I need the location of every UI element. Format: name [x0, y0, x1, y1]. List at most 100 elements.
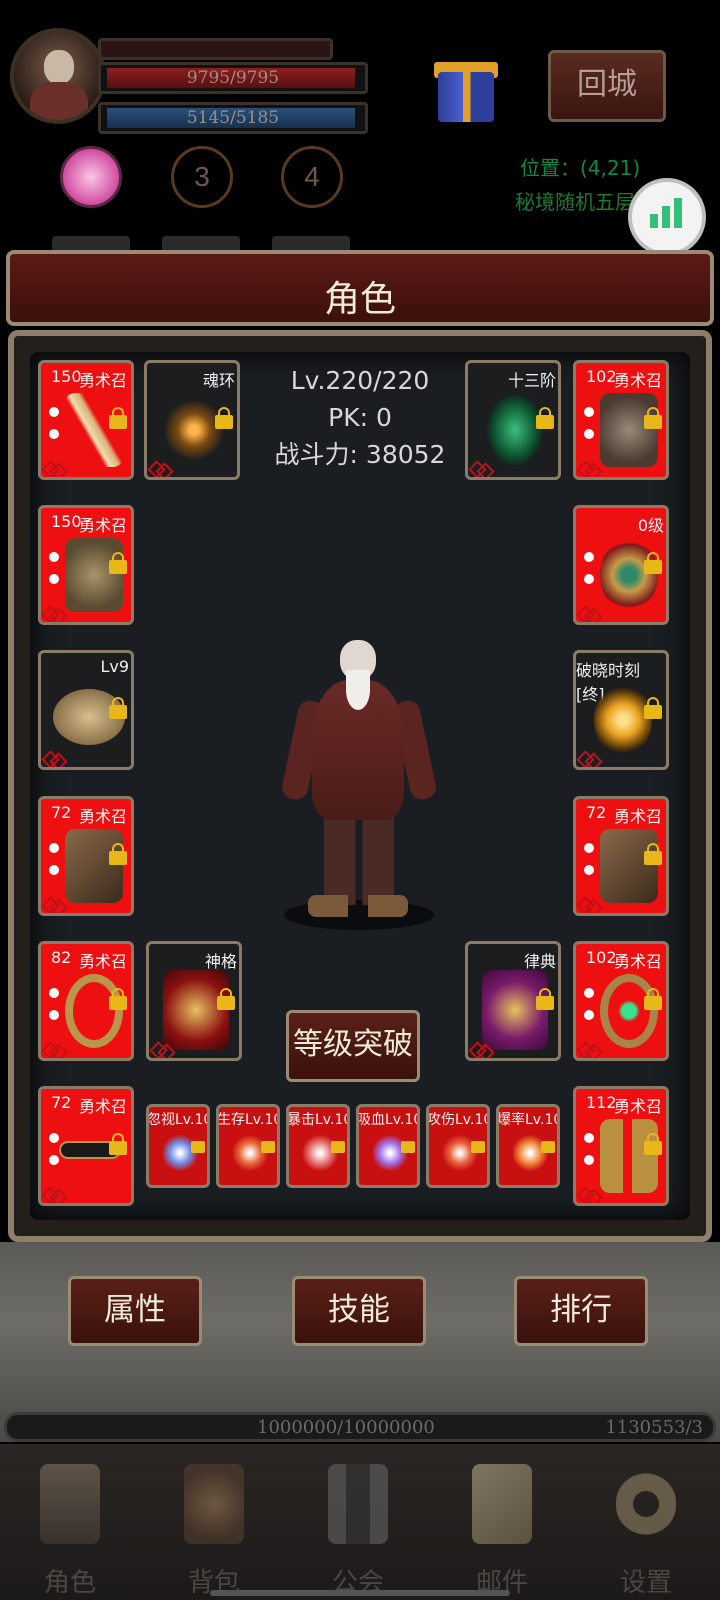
lock-icon — [536, 988, 554, 1010]
chain-icon — [43, 608, 63, 620]
left-ring-slot[interactable]: 82 勇术召 — [38, 941, 134, 1061]
slot-level: 82 — [51, 948, 72, 967]
gem-slot[interactable]: 吸血Lv.10 — [356, 1104, 420, 1188]
slot-class: 勇术召 — [78, 807, 127, 826]
belt-slot[interactable]: 72 勇术召 — [38, 1086, 134, 1206]
experience-bar: 1000000/10000000 1130553/3 — [4, 1412, 716, 1442]
ring-icon — [65, 974, 123, 1048]
slot-class: 勇术召 — [613, 807, 662, 826]
avatar-body — [30, 82, 88, 120]
level-text: Lv.220/220 — [290, 366, 430, 395]
slot-tag: 律典 — [523, 952, 556, 971]
bag-icon — [184, 1464, 244, 1544]
skills-button[interactable]: 技能 — [292, 1276, 426, 1346]
chain-icon — [578, 463, 598, 475]
left-glove-slot[interactable]: 72 勇术召 — [38, 796, 134, 916]
character-feet — [308, 895, 408, 917]
location-text: 位置：(4,21) — [520, 156, 641, 180]
status-text: 秘境随机五层 — [515, 190, 635, 214]
slot-level: 102 — [586, 948, 617, 967]
slot-tag: 神格 — [204, 952, 237, 971]
nav-label: 设置 — [619, 1568, 672, 1598]
orb-slot[interactable]: 破晓时刻[终] — [573, 650, 669, 770]
return-town-button[interactable]: 回城 — [548, 50, 666, 122]
soul-ring-icon — [165, 393, 223, 467]
chain-icon — [43, 1189, 63, 1201]
gem-slot[interactable]: 忽视Lv.10 — [146, 1104, 210, 1188]
mp-bar: 5145/5185 — [98, 102, 368, 134]
right-glove-slot[interactable]: 72 勇术召 — [573, 796, 669, 916]
boots-slot[interactable]: 112 勇术召 — [573, 1086, 669, 1206]
gem-slot[interactable]: 爆率Lv.10 — [496, 1104, 560, 1188]
experience-text: 1000000/10000000 — [257, 1417, 435, 1438]
gem-icon — [513, 1133, 547, 1173]
divinity-slot[interactable]: 神格 — [146, 941, 242, 1061]
lock-icon — [191, 1141, 205, 1153]
attributes-button[interactable]: 属性 — [68, 1276, 202, 1346]
weapon-slot[interactable]: 150 勇术召 — [38, 360, 134, 480]
chain-icon — [43, 753, 63, 765]
character-beard — [346, 670, 370, 710]
buff-slot-3[interactable]: 3 — [171, 146, 233, 208]
character-stats: Lv.220/220 PK: 0 战斗力: 38052 — [240, 362, 480, 473]
hp-bar: 9795/9795 — [98, 62, 368, 94]
nav-item-2[interactable]: 公会 — [288, 1444, 428, 1600]
slot-class: 勇术召 — [78, 952, 127, 971]
nav-item-0[interactable]: 角色 — [0, 1444, 140, 1600]
slot-dots — [584, 407, 594, 451]
pink-buff-icon[interactable] — [60, 146, 122, 208]
gem-icon — [303, 1133, 337, 1173]
hat-slot[interactable]: Lv9 — [38, 650, 134, 770]
codex-slot[interactable]: 律典 — [465, 941, 561, 1061]
lock-icon — [217, 988, 235, 1010]
lock-icon — [109, 697, 127, 719]
right-ring-slot[interactable]: 102 勇术召 — [573, 941, 669, 1061]
character-legs — [324, 815, 394, 905]
slot-class: 勇术召 — [613, 952, 662, 971]
chain-icon — [578, 1044, 598, 1056]
gem-name: 忽视Lv.10 — [147, 1112, 210, 1128]
codex-emblem-icon — [482, 970, 548, 1050]
slot-level: 102 — [586, 367, 617, 386]
gem-icon — [443, 1133, 477, 1173]
gem-slot[interactable]: 暴击Lv.10 — [286, 1104, 350, 1188]
nav-item-1[interactable]: 背包 — [144, 1444, 284, 1600]
chain-icon — [578, 899, 598, 911]
power-text: 战斗力: 38052 — [274, 440, 446, 469]
slot-tag: Lv9 — [100, 657, 129, 676]
nav-item-3[interactable]: 邮件 — [432, 1444, 572, 1600]
ranking-button[interactable]: 排行 — [514, 1276, 648, 1346]
gauntlet-icon — [600, 829, 658, 903]
top-hud: 9795/9795 5145/5185 3 4 回城 位置：(4,21) 秘境随… — [0, 0, 720, 256]
gem-icon — [163, 1133, 197, 1173]
gift-box-icon[interactable] — [432, 44, 498, 124]
lock-icon — [644, 552, 662, 574]
lock-icon — [215, 407, 233, 429]
slot-class: 勇术召 — [613, 371, 662, 390]
mp-text: 5145/5185 — [186, 108, 280, 128]
nav-item-4[interactable]: 设置 — [576, 1444, 716, 1600]
gem-slot[interactable]: 生存Lv.10 — [216, 1104, 280, 1188]
chain-icon — [578, 1189, 598, 1201]
buff-slot-4[interactable]: 4 — [281, 146, 343, 208]
tree-slot[interactable]: 十三阶 — [465, 360, 561, 480]
signal-bars-icon[interactable] — [628, 178, 706, 256]
slot-dots — [584, 988, 594, 1032]
necklace-slot[interactable]: 0级 — [573, 505, 669, 625]
helmet-slot[interactable]: 102 勇术召 — [573, 360, 669, 480]
slot-level: 150 — [51, 512, 82, 531]
lock-icon — [536, 407, 554, 429]
jade-tree-icon — [486, 393, 544, 467]
chain-icon — [151, 1044, 171, 1056]
slot-level: 112 — [586, 1093, 617, 1112]
chain-icon — [470, 463, 490, 475]
level-breakthrough-button[interactable]: 等级突破 — [286, 1010, 420, 1082]
gem-name: 吸血Lv.10 — [357, 1112, 420, 1128]
nav-label: 角色 — [43, 1568, 96, 1598]
lock-icon — [401, 1141, 415, 1153]
gem-slot[interactable]: 攻伤Lv.10 — [426, 1104, 490, 1188]
player-avatar[interactable] — [10, 28, 106, 124]
armor-slot[interactable]: 150 勇术召 — [38, 505, 134, 625]
slot-dots — [584, 552, 594, 596]
soul-ring-slot[interactable]: 魂环 — [144, 360, 240, 480]
